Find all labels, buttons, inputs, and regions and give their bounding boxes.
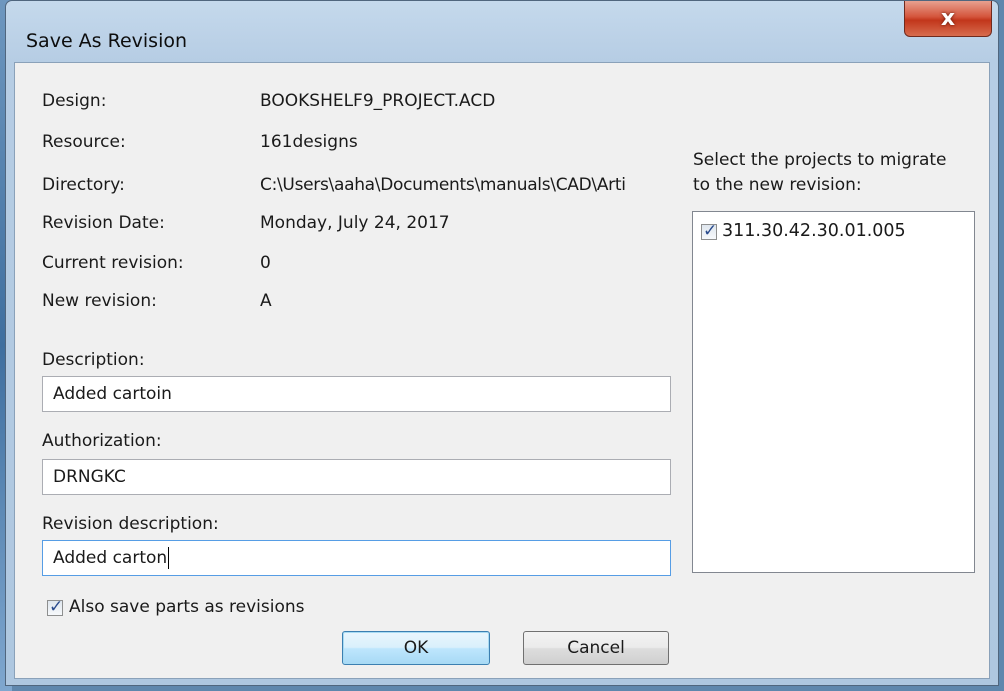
revision-description-text: Added carton [53, 548, 168, 568]
text-caret [168, 547, 170, 569]
directory-value-clip: C:\Users\aaha\Documents\manuals\CAD\Arti [260, 175, 692, 195]
description-text: Added cartoin [53, 384, 172, 404]
close-button[interactable]: x [904, 1, 992, 37]
list-item[interactable]: ✓ 311.30.42.30.01.005 [701, 221, 961, 242]
ok-label: OK [403, 638, 429, 658]
resource-label: Resource: [42, 132, 126, 152]
design-label: Design: [42, 91, 107, 111]
revision-date-value: Monday, July 24, 2017 [260, 213, 450, 233]
dialog-title: Save As Revision [26, 30, 188, 52]
directory-value: C:\Users\aaha\Documents\manuals\CAD\Arti [260, 175, 626, 195]
checkmark-icon: ✓ [703, 221, 718, 241]
current-revision-value: 0 [260, 253, 271, 273]
projects-prompt-line1: Select the projects to migrate [693, 150, 947, 170]
current-revision-label: Current revision: [42, 253, 184, 273]
authorization-field[interactable]: DRNGKC [42, 459, 671, 495]
cancel-label: Cancel [567, 638, 625, 658]
title-bar[interactable]: Save As Revision x [6, 1, 998, 61]
authorization-text: DRNGKC [53, 467, 126, 487]
save-parts-checkbox[interactable]: ✓ [47, 597, 64, 617]
authorization-label: Authorization: [42, 431, 162, 451]
projects-listbox[interactable]: ✓ 311.30.42.30.01.005 [692, 211, 975, 573]
directory-label: Directory: [42, 175, 125, 195]
projects-prompt-line2: to the new revision: [693, 175, 862, 195]
new-revision-label: New revision: [42, 291, 157, 311]
dialog-body: Design: BOOKSHELF9_PROJECT.ACD Resource:… [14, 62, 990, 679]
new-revision-value: A [260, 291, 272, 311]
design-value: BOOKSHELF9_PROJECT.ACD [260, 91, 496, 111]
checkmark-icon: ✓ [49, 597, 64, 617]
save-parts-label: Also save parts as revisions [69, 597, 305, 617]
save-parts-option[interactable]: ✓ Also save parts as revisions [42, 597, 362, 619]
revision-date-label: Revision Date: [42, 213, 165, 233]
revision-description-field[interactable]: Added carton [42, 540, 671, 576]
save-as-revision-dialog: Save As Revision x Design: BOOKSHELF9_PR… [5, 0, 999, 686]
description-label: Description: [42, 350, 145, 370]
cancel-button[interactable]: Cancel [523, 631, 669, 665]
resource-value: 161designs [260, 132, 358, 152]
ok-button[interactable]: OK [342, 631, 490, 665]
project-checkbox[interactable]: ✓ [701, 221, 718, 241]
description-field[interactable]: Added cartoin [42, 376, 671, 412]
project-label: 311.30.42.30.01.005 [722, 221, 906, 241]
revision-description-label: Revision description: [42, 514, 219, 534]
close-icon: x [940, 6, 956, 31]
